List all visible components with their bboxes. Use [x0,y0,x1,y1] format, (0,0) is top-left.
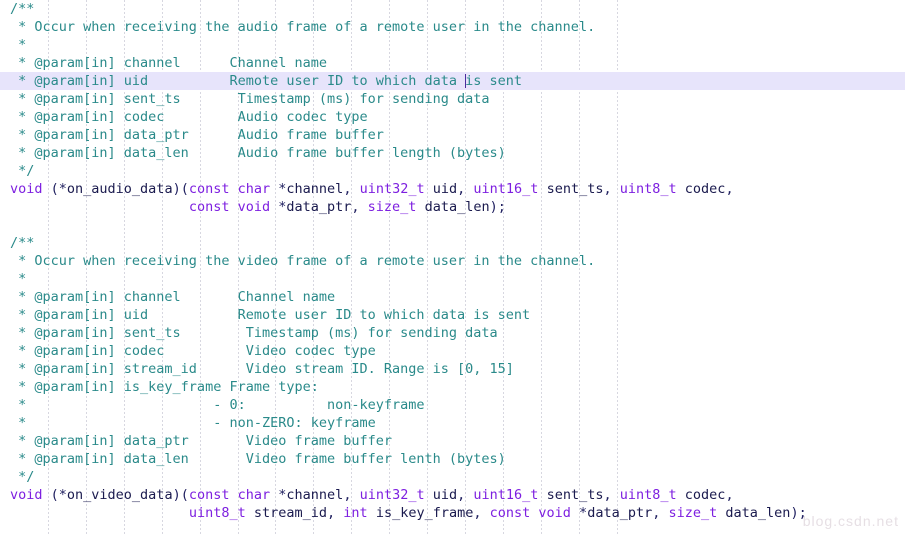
code-line[interactable]: * @param[in] data_ptr Video frame buffer [0,432,392,450]
code-line[interactable]: * @param[in] sent_ts Timestamp (ms) for … [0,324,498,342]
code-line[interactable]: * @param[in] channel Channel name [0,288,335,306]
code-editor-viewport[interactable]: /** * Occur when receiving the audio fra… [0,0,905,535]
code-line[interactable]: const void *data_ptr, size_t data_len); [0,198,506,216]
code-line[interactable] [0,216,10,234]
code-line[interactable]: uint8_t stream_id, int is_key_frame, con… [0,504,807,522]
code-line[interactable]: /** [0,234,34,252]
code-line[interactable]: * [0,36,26,54]
code-line[interactable]: * @param[in] stream_id Video stream ID. … [0,360,514,378]
code-line[interactable]: * @param[in] sent_ts Timestamp (ms) for … [0,90,489,108]
code-line[interactable]: * @param[in] uid Remote user ID to which… [0,72,522,90]
code-line[interactable]: void (*on_audio_data)(const char *channe… [0,180,734,198]
text-caret [465,74,467,88]
code-line[interactable]: * Occur when receiving the audio frame o… [0,18,595,36]
code-line[interactable]: * @param[in] codec Video codec type [0,342,376,360]
code-line[interactable]: * @param[in] data_len Video frame buffer… [0,450,506,468]
code-line[interactable]: * @param[in] channel Channel name [0,54,327,72]
code-line[interactable]: * - non-ZERO: keyframe [0,414,376,432]
watermark-overlay: blog.csdn.net [802,513,899,529]
code-line[interactable]: */ [0,162,34,180]
code-line[interactable]: * @param[in] is_key_frame Frame type: [0,378,319,396]
code-line[interactable]: * @param[in] data_len Audio frame buffer… [0,144,506,162]
code-line[interactable]: */ [0,468,34,486]
code-line[interactable]: /** [0,0,34,18]
code-line[interactable]: * Occur when receiving the video frame o… [0,252,595,270]
code-line[interactable]: * - 0: non-keyframe [0,396,424,414]
code-line[interactable]: * @param[in] data_ptr Audio frame buffer [0,126,384,144]
code-line[interactable]: * @param[in] uid Remote user ID to which… [0,306,530,324]
code-line[interactable]: * @param[in] codec Audio codec type [0,108,368,126]
code-line[interactable]: * [0,270,26,288]
code-line[interactable]: void (*on_video_data)(const char *channe… [0,486,734,504]
